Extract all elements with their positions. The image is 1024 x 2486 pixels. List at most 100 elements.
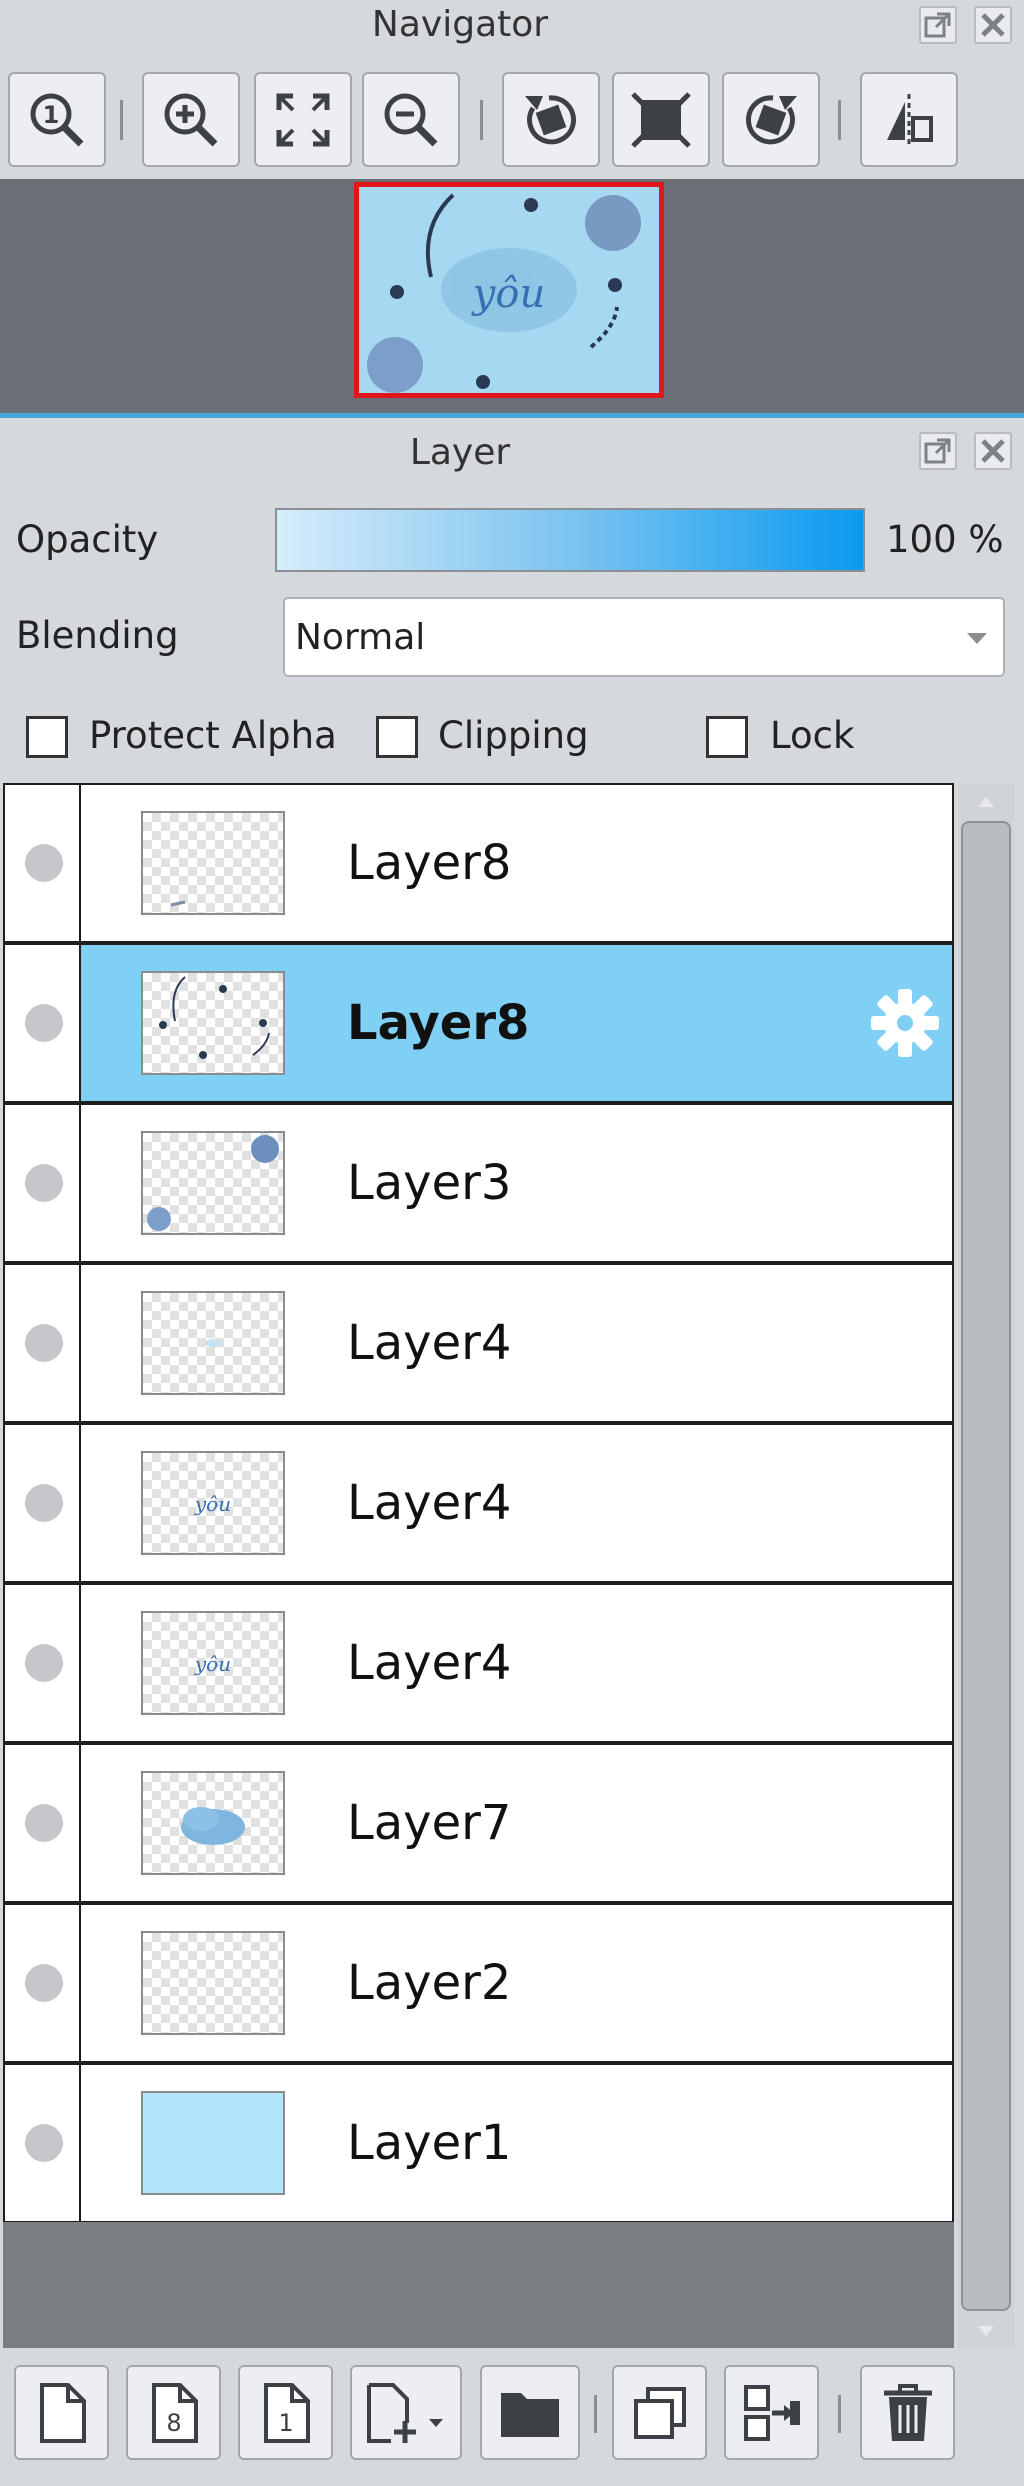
merge-down-button[interactable] <box>724 2365 819 2460</box>
svg-text:yôu: yôu <box>194 1652 231 1676</box>
duplicate-layer-button[interactable] <box>612 2365 707 2460</box>
rotate-left-icon <box>525 94 576 144</box>
layer-thumbnail <box>141 811 285 915</box>
fit-screen-icon <box>276 93 330 146</box>
fit-screen-button[interactable] <box>254 72 352 167</box>
layer-thumbnail <box>141 1131 285 1235</box>
zoom-in-button[interactable] <box>142 72 240 167</box>
zoom-in-icon <box>164 93 218 146</box>
layer-thumbnail: yôu <box>141 1451 285 1555</box>
toolbar-separator <box>480 100 483 140</box>
navigator-popout-button[interactable] <box>919 6 957 44</box>
visibility-toggle[interactable] <box>25 1484 63 1522</box>
merge-down-icon <box>743 2384 800 2441</box>
protect-alpha-checkbox[interactable] <box>26 716 68 758</box>
layer-name: Layer7 <box>347 1795 512 1851</box>
new-layer-dropdown-icon <box>367 2382 443 2443</box>
layer-name: Layer1 <box>347 2115 512 2171</box>
opacity-value: 100 % <box>886 518 1004 561</box>
popout-icon <box>924 12 951 38</box>
layer-row[interactable]: yôu Layer4 <box>3 1583 954 1743</box>
toolbar-separator <box>838 100 841 140</box>
clipping-checkbox[interactable] <box>376 716 418 758</box>
new-folder-button[interactable] <box>480 2365 580 2460</box>
layer-close-button[interactable] <box>974 432 1012 470</box>
layer-popout-button[interactable] <box>919 432 957 470</box>
visibility-toggle[interactable] <box>25 1004 63 1042</box>
clipping-label: Clipping <box>438 714 589 757</box>
visibility-toggle[interactable] <box>25 1804 63 1842</box>
navigator-panel: Navigator 1 yôu <box>0 0 1024 413</box>
rotate-right-icon <box>746 94 797 144</box>
rotate-right-button[interactable] <box>722 72 820 167</box>
zoom-actual-button[interactable]: 1 <box>8 72 106 167</box>
scroll-down-arrow-icon[interactable] <box>958 2316 1014 2346</box>
close-icon <box>981 13 1005 37</box>
navigator-close-button[interactable] <box>974 6 1012 44</box>
layer-row[interactable]: Layer3 <box>3 1103 954 1263</box>
reset-rotation-button[interactable] <box>612 72 710 167</box>
layer-row[interactable]: Layer7 <box>3 1743 954 1903</box>
lock-label: Lock <box>770 714 855 757</box>
layer-thumbnail <box>141 971 285 1075</box>
opacity-label: Opacity <box>16 518 159 561</box>
navigator-title: Navigator <box>371 4 549 45</box>
scrollbar-thumb[interactable] <box>961 821 1011 2311</box>
navigator-preview-area[interactable]: yôu <box>0 179 1024 413</box>
visibility-toggle[interactable] <box>25 1324 63 1362</box>
visibility-toggle[interactable] <box>25 844 63 882</box>
opacity-slider[interactable] <box>275 508 865 572</box>
layer-row[interactable]: Layer8 <box>3 783 954 943</box>
flip-horizontal-icon <box>887 93 933 146</box>
new-layer-dropdown-button[interactable] <box>350 2365 462 2460</box>
visibility-toggle[interactable] <box>25 1644 63 1682</box>
zoom-out-button[interactable] <box>362 72 460 167</box>
scroll-up-arrow-icon[interactable] <box>958 787 1014 817</box>
layer-row[interactable]: Layer1 <box>3 2063 954 2223</box>
layer-scrollbar[interactable] <box>958 783 1014 2348</box>
visibility-toggle[interactable] <box>25 1164 63 1202</box>
layer-row[interactable]: Layer2 <box>3 1903 954 2063</box>
layer-thumbnail <box>141 1931 285 2035</box>
lock-checkbox[interactable] <box>706 716 748 758</box>
trash-icon <box>883 2383 932 2441</box>
toolbar-separator <box>594 2395 597 2433</box>
layer-name: Layer2 <box>347 1955 512 2011</box>
svg-text:yôu: yôu <box>194 1492 231 1516</box>
blending-select[interactable]: Normal <box>283 597 1005 677</box>
layer-row[interactable]: yôu Layer4 <box>3 1423 954 1583</box>
rotate-left-button[interactable] <box>502 72 600 167</box>
protect-alpha-label: Protect Alpha <box>89 714 337 757</box>
layer-row-selected[interactable]: Layer8 <box>3 943 954 1103</box>
svg-text:yôu: yôu <box>471 271 545 317</box>
duplicate-layer-icon <box>633 2386 686 2439</box>
svg-text:1: 1 <box>43 101 60 129</box>
visibility-toggle[interactable] <box>25 2124 63 2162</box>
gear-icon[interactable] <box>868 986 942 1060</box>
layer-row[interactable]: Layer4 <box>3 1263 954 1423</box>
toolbar-separator <box>120 100 123 140</box>
flip-horizontal-button[interactable] <box>860 72 958 167</box>
delete-layer-button[interactable] <box>860 2365 955 2460</box>
zoom-out-icon <box>384 93 438 146</box>
new-1bit-layer-icon: 1 <box>263 2382 310 2443</box>
close-icon <box>981 439 1005 463</box>
new-8bit-layer-button[interactable]: 8 <box>126 2365 221 2460</box>
layer-list-empty-area[interactable] <box>3 2222 954 2348</box>
popout-icon <box>924 438 951 464</box>
layer-name: Layer8 <box>347 995 530 1051</box>
folder-icon <box>501 2392 559 2437</box>
layer-name: Layer4 <box>347 1475 512 1531</box>
canvas-preview[interactable]: yôu <box>354 182 664 398</box>
svg-text:1: 1 <box>278 2409 293 2437</box>
canvas-preview-image: yôu <box>359 187 659 393</box>
layer-bottom-toolbar: 8 1 <box>0 2350 1024 2486</box>
blending-label: Blending <box>16 614 179 657</box>
new-1bit-layer-button[interactable]: 1 <box>238 2365 333 2460</box>
new-layer-button[interactable] <box>14 2365 109 2460</box>
new-layer-icon <box>39 2382 86 2443</box>
chevron-down-icon <box>967 633 987 644</box>
layer-title: Layer <box>409 432 511 473</box>
layer-thumbnail: yôu <box>141 1611 285 1715</box>
visibility-toggle[interactable] <box>25 1964 63 2002</box>
